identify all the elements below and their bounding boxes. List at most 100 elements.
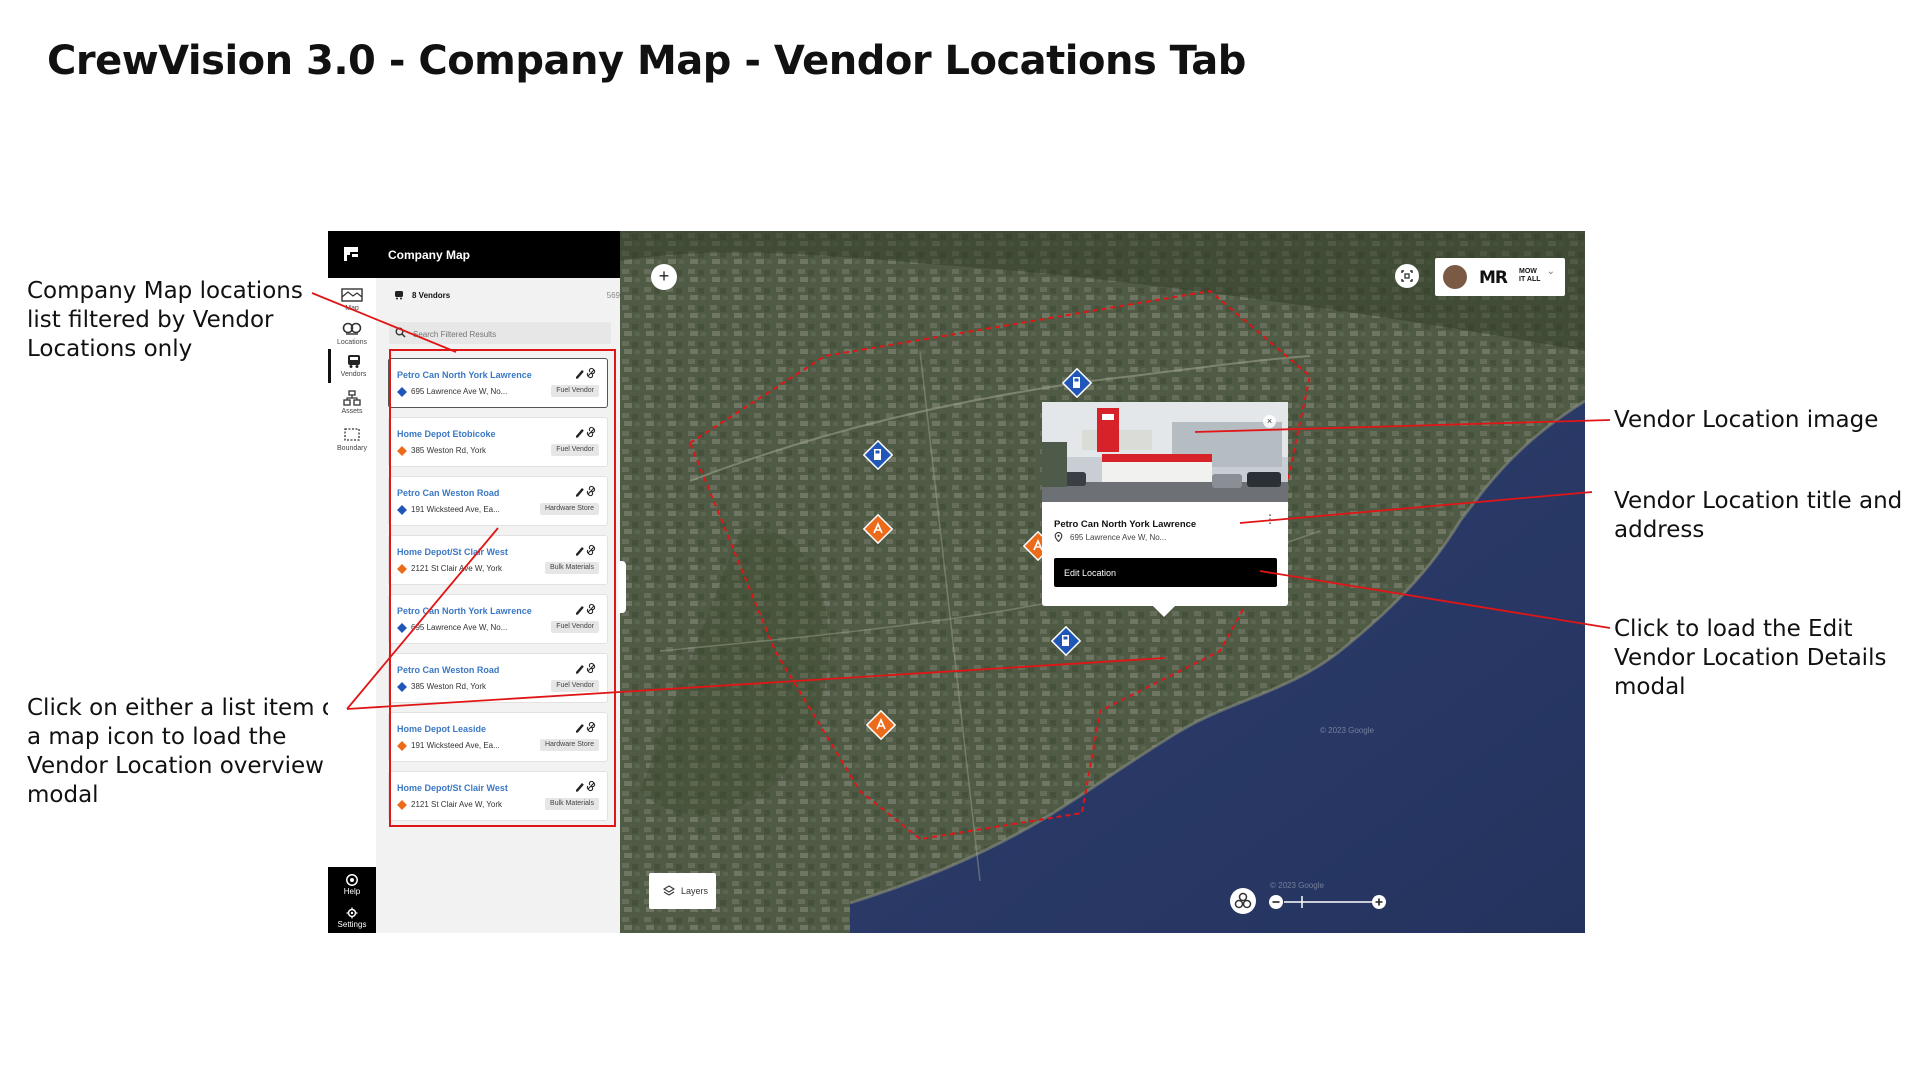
edit-link-icon[interactable]	[574, 662, 598, 674]
annotation-edit-modal: Click to load the Edit Vendor Location D…	[1614, 615, 1886, 702]
panel-resize-handle[interactable]	[618, 561, 626, 613]
satellite-map[interactable]: + MR MOW IT ALL ⌄ × Petro Can North York…	[620, 231, 1585, 933]
edit-link-icon[interactable]	[574, 485, 598, 497]
nav-label: Assets	[341, 408, 363, 415]
nav-item-settings[interactable]: Settings	[328, 907, 376, 929]
vendors-icon	[347, 355, 360, 368]
annotation-click-item: Click on either a list item or a map ico…	[27, 694, 345, 810]
locations-icon	[342, 322, 362, 335]
vendor-location-image: ×	[1042, 402, 1288, 502]
add-button[interactable]: +	[651, 264, 677, 290]
annotation-line: Vendor Location title and	[1614, 488, 1903, 514]
category-badge: Fuel Vendor	[551, 385, 599, 397]
list-item-title: Petro Can Weston Road	[397, 665, 500, 675]
nav-item-assets[interactable]: Assets	[328, 386, 376, 420]
edit-link-icon[interactable]	[574, 426, 598, 438]
boundary-icon	[344, 428, 360, 441]
list-item-title: Home Depot/St Clair West	[397, 783, 508, 793]
search-input[interactable]	[411, 324, 605, 344]
nav-item-help[interactable]: Help	[328, 874, 376, 896]
list-item-title: Home Depot Leaside	[397, 724, 487, 734]
nav-item-vendors[interactable]: Vendors	[328, 349, 376, 383]
annotation-line: Vendor Location image	[1614, 407, 1879, 433]
list-item-title: Petro Can Weston Road	[397, 488, 500, 498]
annotation-list-filtered: Company Map locations list filtered by V…	[27, 277, 303, 364]
list-item-address: 2121 St Clair Ave W, York	[411, 800, 503, 809]
search-icon	[395, 327, 406, 338]
edit-link-icon[interactable]	[574, 544, 598, 556]
category-badge: Fuel Vendor	[551, 680, 599, 692]
category-badge: Hardware Store	[539, 503, 599, 515]
list-item-address: 191 Wicksteed Ave, Ea...	[411, 741, 500, 750]
vendor-map-pin-blue[interactable]	[1062, 368, 1092, 398]
fit-bounds-icon	[1401, 270, 1413, 282]
list-item[interactable]: Petro Can North York Lawrence 695 Lawren…	[388, 594, 608, 644]
list-item[interactable]: Petro Can Weston Road 191 Wicksteed Ave,…	[388, 476, 608, 526]
crewvision-logo-icon	[344, 247, 358, 261]
chevron-down-icon: ⌄	[1546, 266, 1555, 277]
vendor-map-pin-orange[interactable]	[863, 514, 893, 544]
account-menu[interactable]: MR MOW IT ALL ⌄	[1435, 258, 1565, 296]
vendor-list: Petro Can North York Lawrence 695 Lawren…	[388, 358, 610, 830]
vendor-filter[interactable]: 8 Vendors 569	[390, 287, 620, 307]
basemap-icon	[1234, 892, 1252, 909]
map-attribution: © 2023 Google	[1270, 881, 1324, 890]
vendor-pin-icon	[397, 741, 407, 751]
list-item[interactable]: Home Depot Leaside 191 Wicksteed Ave, Ea…	[388, 712, 608, 762]
edit-link-icon[interactable]	[574, 721, 598, 733]
edit-link-icon[interactable]	[574, 603, 598, 615]
nav-item-map[interactable]: Map	[328, 283, 376, 317]
layers-icon	[663, 885, 675, 896]
edit-location-button[interactable]: Edit Location	[1054, 558, 1277, 587]
nav-label: Map	[345, 305, 359, 312]
vendor-map-pin-blue[interactable]	[863, 440, 893, 470]
list-item[interactable]: Petro Can North York Lawrence 695 Lawren…	[388, 358, 608, 408]
company-brand: MR	[1479, 268, 1508, 288]
vendor-map-pin-orange[interactable]	[866, 710, 896, 740]
edit-link-icon[interactable]	[574, 367, 598, 379]
nav-rail: Map Locations Vendors Assets Boundary He…	[328, 231, 377, 933]
edit-link-icon[interactable]	[574, 780, 598, 792]
annotation-line: Locations only	[27, 336, 193, 362]
layers-button[interactable]: Layers	[649, 873, 716, 909]
popup-title: Petro Can North York Lawrence	[1054, 519, 1197, 530]
nav-label: Vendors	[340, 371, 367, 378]
basemap-toggle-button[interactable]	[1230, 888, 1256, 914]
vendor-map-pin-blue-selected[interactable]	[1051, 626, 1081, 656]
annotation-line: Vendor Location overview	[27, 753, 324, 779]
vendor-location-popup: × Petro Can North York Lawrence ⋮ 695 La…	[1042, 402, 1288, 617]
vendors-icon	[395, 291, 403, 300]
nav-item-locations[interactable]: Locations	[328, 317, 376, 351]
panel-title: Company Map	[388, 248, 471, 262]
list-item[interactable]: Home Depot Etobicoke 385 Weston Rd, York…	[388, 417, 608, 467]
list-item-title: Home Depot/St Clair West	[397, 547, 508, 557]
settings-icon	[346, 907, 358, 919]
nav-label: Boundary	[337, 445, 367, 452]
vendor-pin-icon	[397, 387, 407, 397]
assets-icon	[343, 390, 361, 406]
company-brand-sub: MOW IT ALL	[1519, 268, 1541, 283]
more-options-icon[interactable]: ⋮	[1264, 512, 1276, 526]
category-badge: Bulk Materials	[545, 798, 599, 810]
vendor-pin-icon	[397, 446, 407, 456]
annotation-line: modal	[27, 782, 99, 808]
filter-count: 569	[606, 291, 620, 300]
list-item[interactable]: Home Depot/St Clair West 2121 St Clair A…	[388, 771, 608, 821]
annotation-line: Vendor Location Details	[1614, 645, 1887, 671]
fit-bounds-button[interactable]	[1395, 264, 1419, 288]
nav-label: Help	[343, 887, 361, 896]
annotation-line: modal	[1614, 674, 1686, 700]
list-item[interactable]: Petro Can Weston Road 385 Weston Rd, Yor…	[388, 653, 608, 703]
nav-item-boundary[interactable]: Boundary	[328, 423, 376, 457]
category-badge: Fuel Vendor	[551, 621, 599, 633]
close-button[interactable]: ×	[1263, 415, 1276, 428]
layers-label: Layers	[681, 886, 709, 896]
help-icon	[346, 874, 358, 886]
list-item[interactable]: Home Depot/St Clair West 2121 St Clair A…	[388, 535, 608, 585]
nav-label: Settings	[337, 920, 367, 929]
category-badge: Bulk Materials	[545, 562, 599, 574]
list-item-address: 385 Weston Rd, York	[411, 682, 487, 691]
list-item-title: Petro Can North York Lawrence	[397, 370, 532, 380]
search-box	[389, 322, 611, 344]
zoom-slider[interactable]	[1268, 894, 1388, 910]
